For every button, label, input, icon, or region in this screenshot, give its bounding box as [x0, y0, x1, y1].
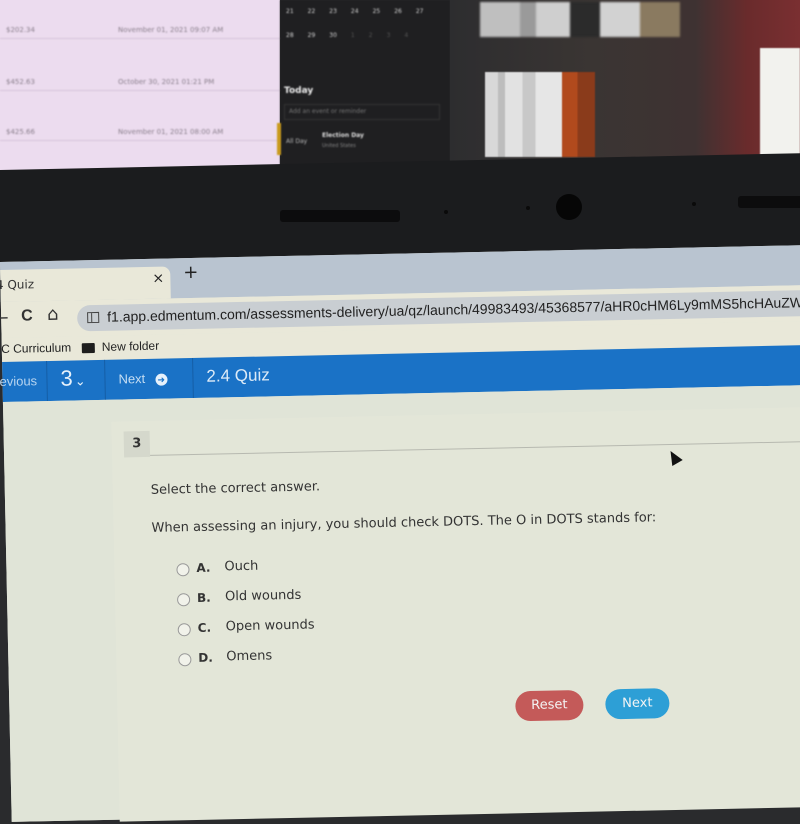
calendar-event-subtitle: United States: [322, 143, 356, 149]
bookmark-new-folder[interactable]: New folder: [102, 339, 160, 354]
quiz-title: 2.4 Quiz: [206, 365, 270, 386]
calendar-day: 24: [350, 8, 359, 15]
answer-options: A. Ouch B. Old wounds C. Open wounds D. …: [176, 559, 315, 680]
background-window: [760, 48, 800, 168]
tab-quiz[interactable]: 2.4 Quiz ×: [0, 266, 171, 302]
chevron-down-icon: ⌄: [74, 373, 86, 389]
background-amount: $452.63: [6, 78, 35, 86]
background-amount: $425.66: [6, 128, 35, 136]
back-icon[interactable]: ←: [0, 308, 9, 327]
tab-title: 2.4 Quiz: [0, 277, 35, 293]
question-selector[interactable]: 3 ⌄: [60, 365, 86, 392]
background-date: November 01, 2021 09:07 AM: [118, 26, 224, 34]
option-letter: A.: [196, 560, 211, 575]
radio-button[interactable]: [176, 593, 191, 607]
background-row: $202.34 November 01, 2021 09:07 AM: [0, 0, 280, 39]
calendar-day: 1: [350, 32, 355, 39]
background-date: October 30, 2021 01:21 PM: [118, 78, 215, 86]
bezel-slot: [280, 210, 400, 222]
option-text: Old wounds: [224, 587, 302, 605]
calendar-today-label: Today: [284, 86, 314, 96]
background-date: November 01, 2021 08:00 AM: [118, 128, 224, 136]
calendar-day: 28: [286, 32, 294, 39]
calendar-day: 30: [329, 32, 337, 39]
previous-button[interactable]: Previous: [0, 373, 37, 389]
option-letter: C.: [197, 620, 212, 635]
calendar-day: 2: [368, 32, 373, 39]
option-text: Ouch: [224, 558, 259, 575]
calendar-event-title: Election Day: [322, 132, 364, 139]
new-tab-icon[interactable]: +: [183, 262, 199, 283]
bezel-sensor: [444, 210, 448, 214]
calendar-day: 21: [286, 8, 294, 15]
calendar-week: 21 22 23 24 25 26 27: [280, 8, 423, 15]
answer-option-c[interactable]: C. Open wounds: [177, 617, 315, 650]
reload-icon[interactable]: C: [21, 307, 33, 325]
calendar-day: 22: [307, 8, 316, 15]
next-segment: Next ➜: [104, 357, 194, 400]
calendar-event-marker: [277, 123, 281, 155]
assessment-content: 3 Select the correct answer. When assess…: [2, 384, 800, 822]
calendar-event-time: All Day: [286, 138, 308, 145]
next-button[interactable]: Next: [605, 688, 670, 720]
calendar-event-input: Add an event or reminder: [284, 104, 440, 120]
calendar-day: 23: [329, 8, 337, 15]
question-instruction: Select the correct answer.: [150, 479, 321, 498]
question-number-badge: 3: [123, 430, 151, 458]
bezel-sensor: [692, 202, 696, 206]
close-tab-icon[interactable]: ×: [152, 271, 164, 287]
radio-button[interactable]: [178, 653, 192, 667]
reset-button[interactable]: Reset: [515, 689, 584, 722]
previous-segment: Previous: [0, 361, 48, 402]
home-icon[interactable]: ⌂: [47, 304, 59, 325]
bezel-sensor: [526, 206, 530, 210]
calendar-day: 3: [386, 32, 391, 39]
radio-button[interactable]: [177, 623, 191, 637]
next-question-button[interactable]: Next ➜: [118, 370, 168, 387]
background-amount: $202.34: [6, 26, 35, 34]
option-text: Omens: [226, 648, 273, 665]
background-row: $425.66 November 01, 2021 08:00 AM: [0, 102, 280, 141]
webcam: [556, 194, 582, 220]
calendar-day: 27: [415, 8, 424, 15]
option-text: Open wounds: [225, 617, 315, 635]
bezel-slot: [738, 196, 800, 208]
radio-button[interactable]: [176, 563, 190, 577]
arrow-right-circle-icon: ➜: [155, 373, 168, 386]
site-info-icon[interactable]: [87, 311, 100, 324]
address-url[interactable]: f1.app.edmentum.com/assessments-delivery…: [107, 293, 800, 324]
option-letter: B.: [196, 590, 211, 605]
calendar-week: 28 29 30 1 2 3 4: [280, 32, 408, 39]
next-question-label: Next: [118, 370, 146, 387]
answer-option-d[interactable]: D. Omens: [178, 648, 272, 680]
background-boxes: [480, 2, 680, 37]
background-books: [485, 72, 595, 157]
calendar-day: 25: [372, 8, 381, 15]
background-row: $452.63 October 30, 2021 01:21 PM: [0, 52, 280, 91]
question-card: 3 Select the correct answer. When assess…: [111, 406, 800, 822]
question-selector-segment: 3 ⌄: [46, 359, 106, 402]
bookmark-ic-curriculum[interactable]: IC Curriculum: [0, 341, 71, 357]
folder-icon: [81, 343, 95, 354]
calendar-day: 29: [307, 32, 316, 39]
browser-window: 2.4 Quiz × + ← C ⌂ f1.app.edmentum.com/a…: [0, 244, 800, 822]
calendar-day: 26: [394, 8, 402, 15]
question-prompt: When assessing an injury, you should che…: [151, 510, 657, 536]
answer-option-a[interactable]: A. Ouch: [176, 559, 258, 590]
calendar-day: 4: [404, 32, 409, 39]
question-selector-value: 3: [60, 365, 73, 391]
option-letter: D.: [198, 650, 214, 665]
divider: [150, 440, 800, 456]
answer-option-b[interactable]: B. Old wounds: [176, 588, 302, 620]
